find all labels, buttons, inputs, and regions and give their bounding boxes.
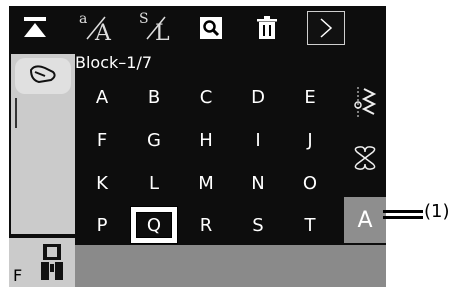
foot-type-label: F [13, 266, 23, 285]
foot-type-area: F [9, 238, 75, 287]
key-l[interactable]: L [131, 165, 177, 201]
key-g[interactable]: G [131, 122, 177, 158]
key-j[interactable]: J [287, 122, 333, 158]
key-n[interactable]: N [235, 165, 281, 201]
block-indicator: Block–1/7 [75, 53, 153, 72]
foot-guide-line [15, 98, 17, 128]
key-r[interactable]: R [183, 207, 229, 243]
presser-foot-panel: F [9, 52, 75, 287]
search-button[interactable] [189, 10, 233, 46]
font-big-letter: A [95, 21, 111, 46]
stitch-pattern-button[interactable] [344, 81, 386, 123]
key-k[interactable]: K [79, 165, 125, 201]
character-font-label: A [357, 207, 373, 233]
foot-type-icon [41, 244, 63, 280]
key-t[interactable]: T [287, 207, 333, 243]
callout-line [383, 216, 423, 219]
key-e[interactable]: E [287, 79, 333, 115]
key-q[interactable]: Q [130, 206, 178, 244]
key-p[interactable]: P [79, 207, 125, 243]
magnifier-icon [200, 17, 222, 39]
presser-foot-icon [29, 65, 56, 84]
right-side-buttons: A [344, 79, 386, 249]
callout-line [383, 210, 423, 213]
chevron-right-icon [320, 18, 333, 38]
key-h[interactable]: H [183, 122, 229, 158]
next-button[interactable] [307, 11, 345, 45]
character-font-button[interactable]: A [344, 197, 386, 243]
key-a[interactable]: A [79, 79, 125, 115]
key-b[interactable]: B [131, 79, 177, 115]
font-style-button[interactable]: S L [133, 10, 177, 46]
top-arrow-icon [24, 17, 46, 37]
trash-icon [257, 16, 277, 39]
font-size-button[interactable]: a A [73, 10, 117, 46]
decorative-stitch-button[interactable] [344, 137, 386, 179]
foot-indicator-area [11, 54, 75, 234]
key-o[interactable]: O [287, 165, 333, 201]
key-d[interactable]: D [235, 79, 281, 115]
toolbar: a A S L [9, 6, 386, 52]
character-grid: ABCDE FGHIJ KLMNO PQRST [79, 79, 339, 249]
key-f[interactable]: F [79, 122, 125, 158]
sewing-machine-screen: a A S L F Block–1/7 A B C D E F G H I J … [9, 6, 386, 287]
status-bar [75, 245, 386, 287]
key-m[interactable]: M [183, 165, 229, 201]
font-big-letter-l: L [155, 21, 170, 46]
callout-label: (1) [424, 201, 450, 222]
key-s[interactable]: S [235, 207, 281, 243]
key-i[interactable]: I [235, 122, 281, 158]
top-position-button[interactable] [13, 10, 57, 46]
decorative-stitch-icon [354, 146, 376, 170]
key-c[interactable]: C [183, 79, 229, 115]
delete-button[interactable] [245, 10, 289, 46]
zigzag-stitch-icon [354, 87, 377, 117]
foot-grip [15, 58, 71, 94]
